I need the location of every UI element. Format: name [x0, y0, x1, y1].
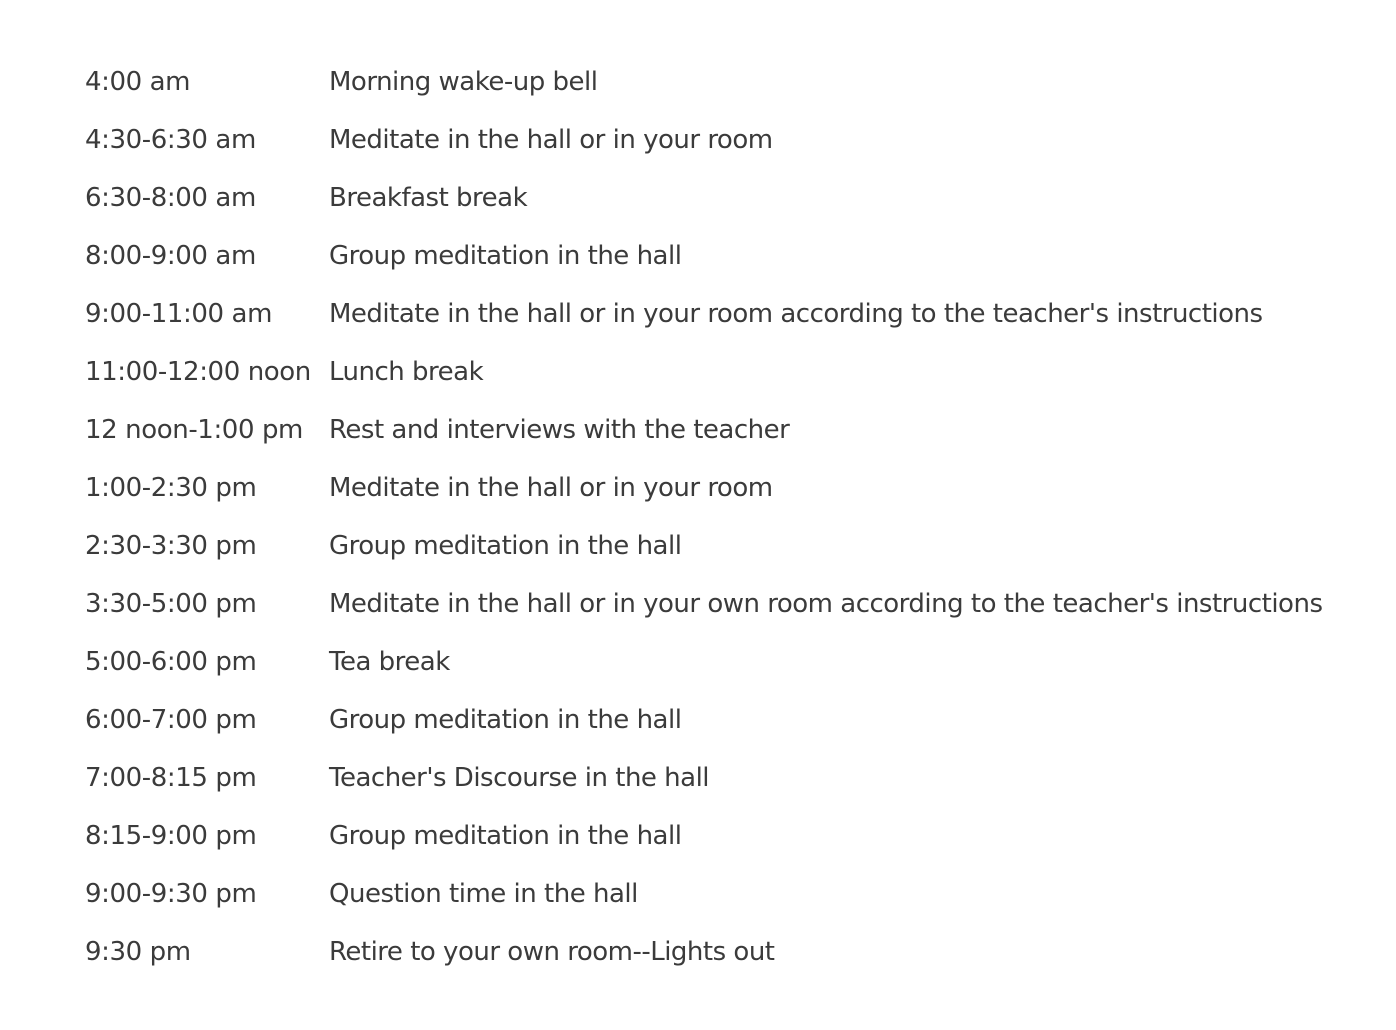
- activity-cell: Morning wake-up bell: [329, 67, 598, 97]
- table-row: 8:15-9:00 pm Group meditation in the hal…: [85, 807, 1385, 865]
- activity-cell: Question time in the hall: [329, 879, 638, 909]
- time-cell: 4:00 am: [85, 67, 191, 97]
- time-cell: 5:00-6:00 pm: [85, 647, 257, 677]
- table-row: 4:30-6:30 am Meditate in the hall or in …: [85, 111, 1385, 169]
- time-cell: 6:00-7:00 pm: [85, 705, 257, 735]
- table-row: 6:30-8:00 am Breakfast break: [85, 169, 1385, 227]
- activity-cell: Tea break: [329, 647, 450, 677]
- activity-cell: Retire to your own room--Lights out: [329, 937, 775, 967]
- time-cell: 9:00-9:30 pm: [85, 879, 257, 909]
- table-row: 6:00-7:00 pm Group meditation in the hal…: [85, 691, 1385, 749]
- time-cell: 3:30-5:00 pm: [85, 589, 257, 619]
- table-row: 4:00 am Morning wake-up bell: [85, 53, 1385, 111]
- table-row: 5:00-6:00 pm Tea break: [85, 633, 1385, 691]
- activity-cell: Group meditation in the hall: [329, 821, 682, 851]
- time-cell: 12 noon-1:00 pm: [85, 415, 303, 445]
- time-cell: 8:00-9:00 am: [85, 241, 256, 271]
- time-cell: 11:00-12:00 noon: [85, 357, 311, 387]
- table-row: 3:30-5:00 pm Meditate in the hall or in …: [85, 575, 1385, 633]
- activity-cell: Lunch break: [329, 357, 484, 387]
- activity-cell: Meditate in the hall or in your own room…: [329, 589, 1323, 619]
- activity-cell: Rest and interviews with the teacher: [329, 415, 790, 445]
- table-row: 7:00-8:15 pm Teacher's Discourse in the …: [85, 749, 1385, 807]
- activity-cell: Meditate in the hall or in your room: [329, 125, 773, 155]
- table-row: 9:00-11:00 am Meditate in the hall or in…: [85, 285, 1385, 343]
- time-cell: 1:00-2:30 pm: [85, 473, 257, 503]
- table-row: 2:30-3:30 pm Group meditation in the hal…: [85, 517, 1385, 575]
- activity-cell: Teacher's Discourse in the hall: [329, 763, 710, 793]
- table-row: 8:00-9:00 am Group meditation in the hal…: [85, 227, 1385, 285]
- table-row: 9:30 pm Retire to your own room--Lights …: [85, 923, 1385, 981]
- time-cell: 7:00-8:15 pm: [85, 763, 257, 793]
- time-cell: 4:30-6:30 am: [85, 125, 256, 155]
- time-cell: 9:30 pm: [85, 937, 191, 967]
- table-row: 9:00-9:30 pm Question time in the hall: [85, 865, 1385, 923]
- time-cell: 6:30-8:00 am: [85, 183, 256, 213]
- activity-cell: Meditate in the hall or in your room: [329, 473, 773, 503]
- time-cell: 2:30-3:30 pm: [85, 531, 257, 561]
- schedule-body: 4:00 am Morning wake-up bell 4:30-6:30 a…: [85, 53, 1385, 981]
- activity-cell: Breakfast break: [329, 183, 528, 213]
- time-cell: 8:15-9:00 pm: [85, 821, 257, 851]
- activity-cell: Group meditation in the hall: [329, 241, 682, 271]
- table-row: 1:00-2:30 pm Meditate in the hall or in …: [85, 459, 1385, 517]
- time-cell: 9:00-11:00 am: [85, 299, 273, 329]
- schedule-table: 4:00 am Morning wake-up bell 4:30-6:30 a…: [85, 53, 1385, 981]
- activity-cell: Meditate in the hall or in your room acc…: [329, 299, 1263, 329]
- activity-cell: Group meditation in the hall: [329, 705, 682, 735]
- activity-cell: Group meditation in the hall: [329, 531, 682, 561]
- table-row: 12 noon-1:00 pm Rest and interviews with…: [85, 401, 1385, 459]
- table-row: 11:00-12:00 noon Lunch break: [85, 343, 1385, 401]
